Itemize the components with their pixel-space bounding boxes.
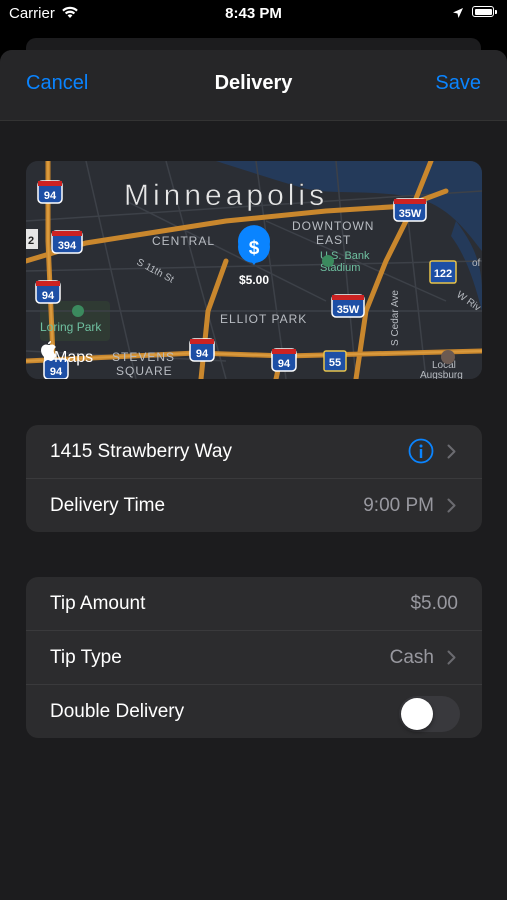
info-icon[interactable] bbox=[408, 438, 434, 464]
shield-122: 122 bbox=[429, 260, 457, 284]
svg-text:94: 94 bbox=[42, 290, 55, 302]
shield-394: 394 bbox=[51, 230, 83, 254]
stadium-marker-icon bbox=[322, 255, 334, 267]
price-pin-label: $5.00 bbox=[239, 273, 269, 287]
double-delivery-row: Double Delivery bbox=[26, 685, 482, 738]
chevron-right-icon bbox=[447, 650, 456, 665]
shield-94-d: 94 bbox=[271, 348, 297, 372]
svg-text:35W: 35W bbox=[399, 208, 422, 220]
shield-94-c: 94 bbox=[189, 338, 215, 362]
status-bar: Carrier 8:43 PM bbox=[0, 0, 507, 30]
svg-text:94: 94 bbox=[44, 190, 57, 202]
shield-94-b: 94 bbox=[35, 280, 61, 304]
map-view[interactable]: Minneapolis CENTRAL DOWNTOWN EAST U.S. B… bbox=[26, 161, 482, 379]
delivery-time-value: 9:00 PM bbox=[363, 495, 434, 516]
park-marker-icon bbox=[72, 305, 84, 317]
chevron-right-icon bbox=[447, 498, 456, 513]
map-label-elliot: ELLIOT PARK bbox=[220, 312, 307, 326]
map-label-stevens: STEVENS bbox=[112, 350, 175, 364]
map-label-square: SQUARE bbox=[116, 364, 173, 378]
location-arrow-icon bbox=[453, 8, 463, 18]
navigation-bar: Cancel Delivery Save bbox=[0, 50, 507, 121]
svg-text:55: 55 bbox=[329, 357, 341, 369]
delivery-time-label: Delivery Time bbox=[50, 495, 166, 516]
tip-group: Tip Amount $5.00 Tip Type Cash Double De… bbox=[26, 577, 482, 738]
svg-text:94: 94 bbox=[278, 358, 291, 370]
double-delivery-toggle[interactable] bbox=[399, 696, 460, 732]
svg-text:2: 2 bbox=[28, 235, 34, 247]
svg-text:122: 122 bbox=[434, 268, 452, 280]
shield-35w-a: 35W bbox=[393, 198, 427, 222]
tip-type-label: Tip Type bbox=[50, 647, 122, 668]
page-title: Delivery bbox=[214, 72, 293, 94]
address-label: 1415 Strawberry Way bbox=[50, 441, 232, 462]
map-label-cedar: S Cedar Ave bbox=[390, 290, 401, 346]
map-label-augsburg: Augsburg bbox=[420, 370, 463, 379]
address-row[interactable]: 1415 Strawberry Way bbox=[26, 425, 482, 479]
delivery-time-row[interactable]: Delivery Time 9:00 PM bbox=[26, 479, 482, 532]
map-label-central: CENTRAL bbox=[152, 234, 215, 248]
map-label-of: of bbox=[472, 258, 481, 269]
address-group: 1415 Strawberry Way Delivery Time 9:00 P… bbox=[26, 425, 482, 532]
svg-text:$: $ bbox=[249, 238, 260, 259]
svg-text:35W: 35W bbox=[337, 304, 360, 316]
shield-2: 2 bbox=[26, 229, 38, 249]
double-delivery-label: Double Delivery bbox=[50, 701, 185, 722]
tip-amount-label: Tip Amount bbox=[50, 593, 146, 614]
battery-icon bbox=[472, 6, 497, 17]
svg-text:94: 94 bbox=[196, 348, 209, 360]
svg-text:Maps: Maps bbox=[54, 349, 93, 366]
clock: 8:43 PM bbox=[225, 5, 282, 22]
svg-text:394: 394 bbox=[58, 240, 77, 252]
delivery-sheet: Cancel Delivery Save Minneapolis CENTRAL… bbox=[0, 50, 507, 900]
save-button[interactable]: Save bbox=[435, 72, 481, 95]
svg-text:94: 94 bbox=[50, 366, 63, 378]
tip-amount-value[interactable]: $5.00 bbox=[410, 593, 458, 615]
shield-35w-b: 35W bbox=[331, 294, 365, 318]
tip-type-value: Cash bbox=[389, 647, 434, 668]
shield-94-a: 94 bbox=[37, 180, 63, 204]
map-label-downtown: DOWNTOWN bbox=[292, 219, 374, 233]
school-marker-icon bbox=[441, 350, 455, 364]
toggle-knob bbox=[401, 698, 433, 730]
tip-type-row[interactable]: Tip Type Cash bbox=[26, 631, 482, 685]
shield-55: 55 bbox=[323, 350, 347, 372]
map-label-east: EAST bbox=[316, 233, 351, 247]
tip-amount-row[interactable]: Tip Amount $5.00 bbox=[26, 577, 482, 631]
map-label-loring: Loring Park bbox=[40, 320, 102, 334]
map-city-label: Minneapolis bbox=[124, 179, 328, 212]
chevron-right-icon bbox=[447, 444, 456, 459]
